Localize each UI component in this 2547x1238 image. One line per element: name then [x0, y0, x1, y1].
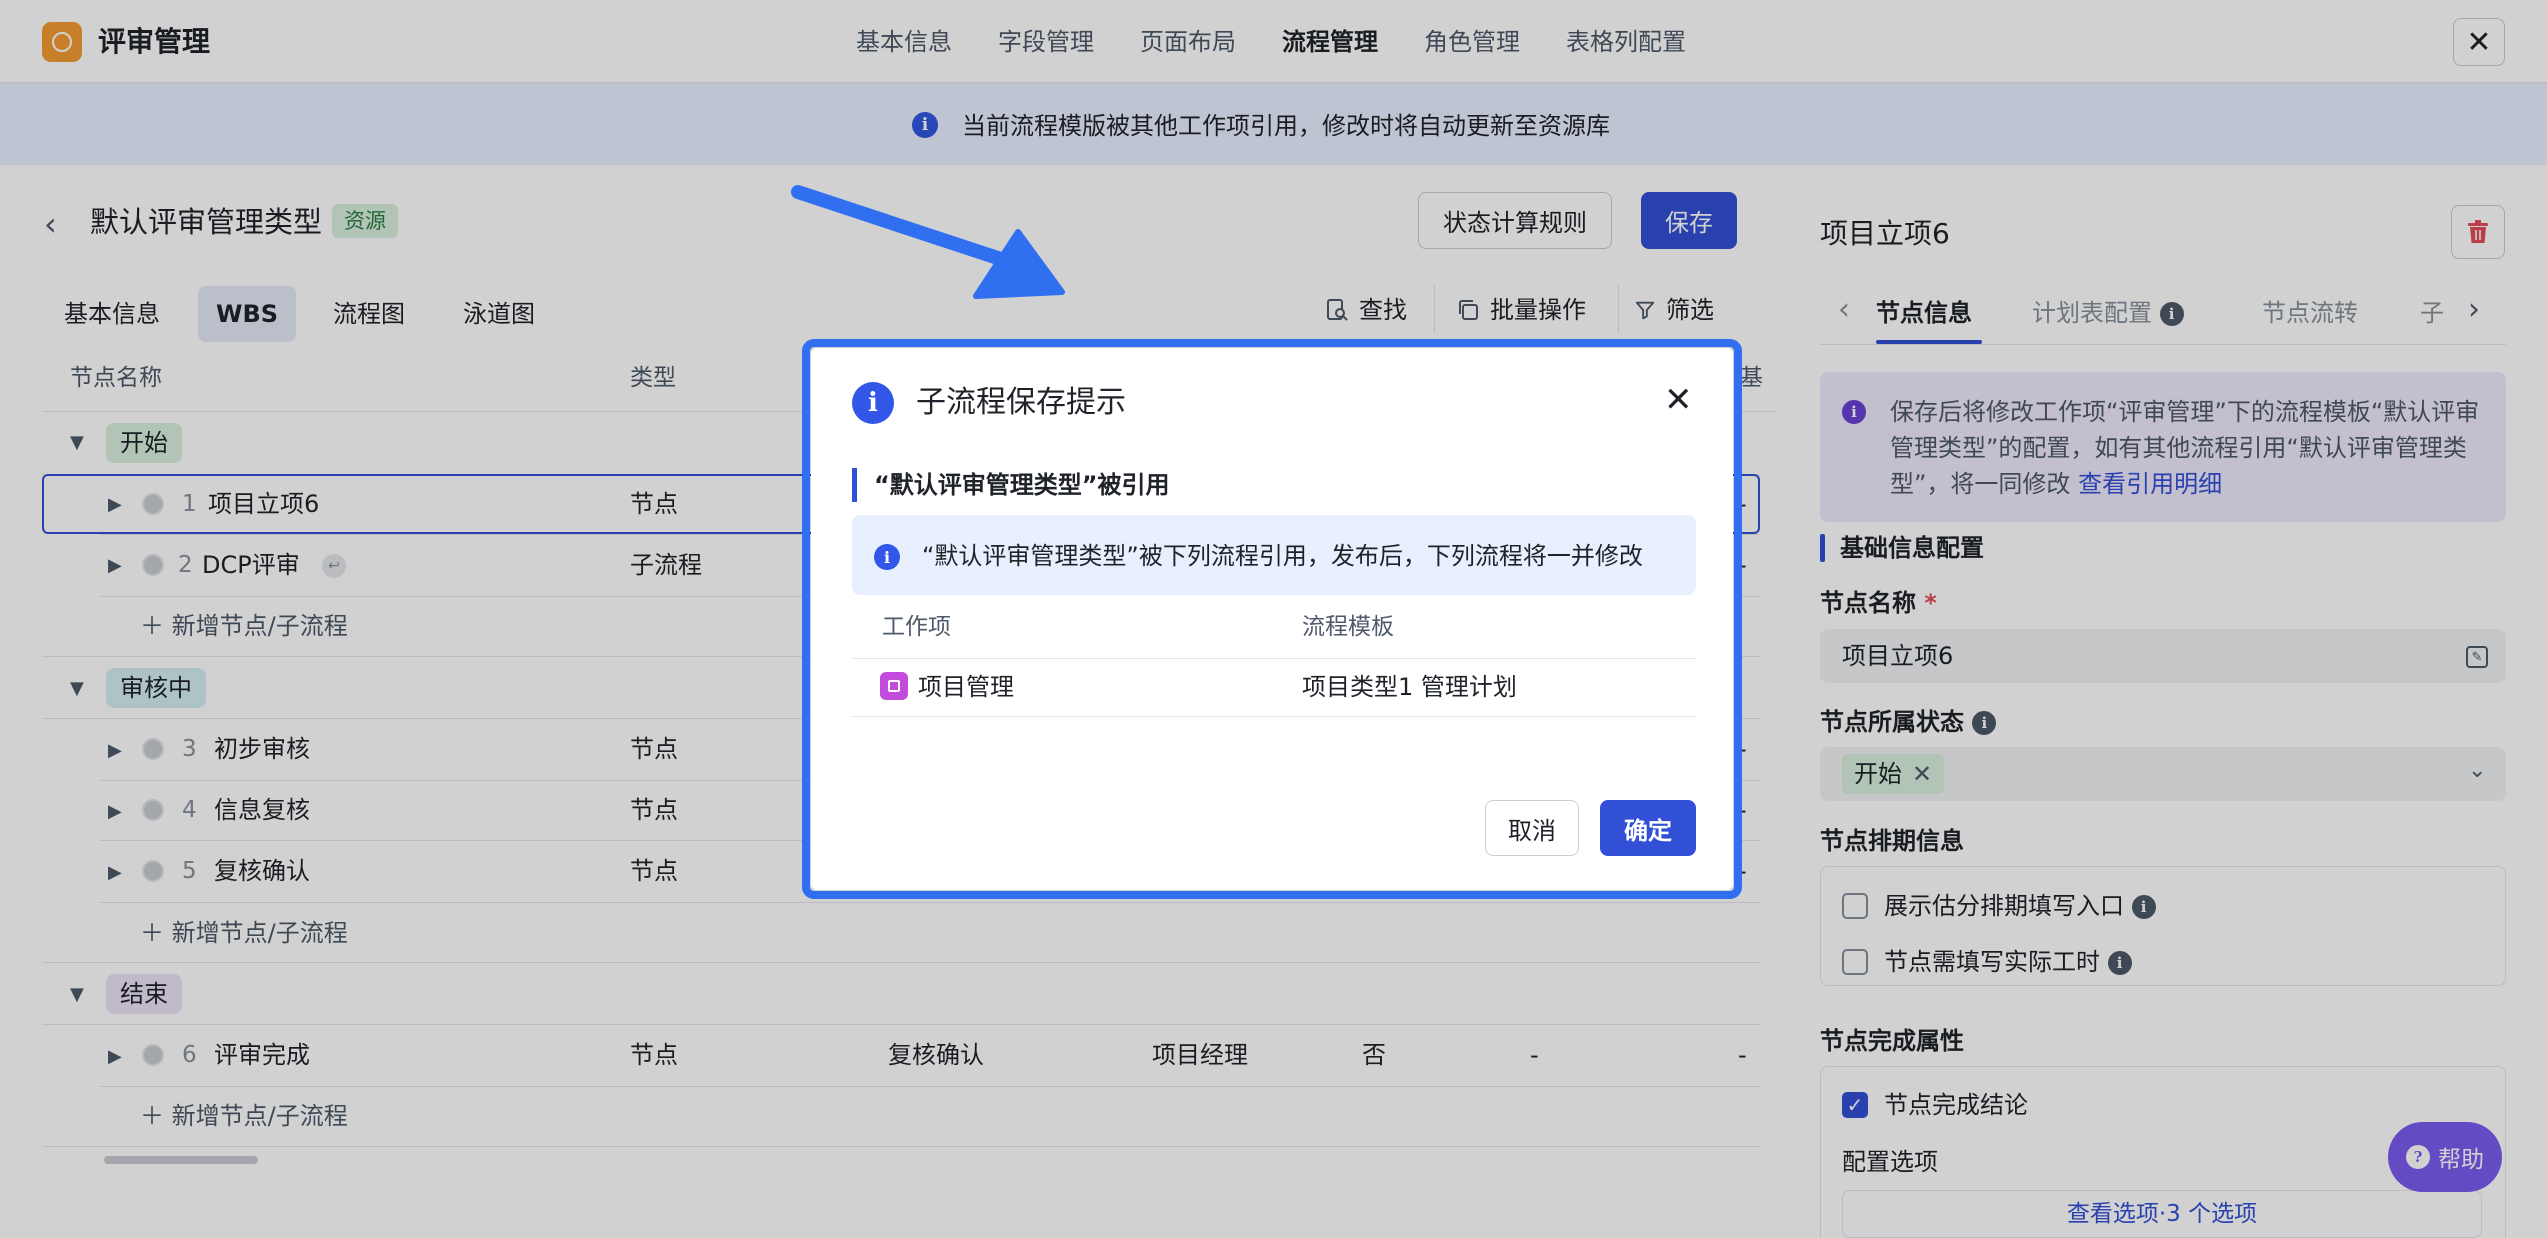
table-row-divider [852, 716, 1696, 717]
annotation-arrow-icon [791, 185, 1065, 299]
confirm-button[interactable]: 确定 [1600, 800, 1696, 856]
work-item-name: 项目管理 [918, 673, 1014, 701]
project-icon [880, 672, 908, 700]
info-icon: i [852, 382, 894, 424]
column-header-process-template: 流程模板 [1302, 614, 1394, 640]
dialog-subtitle: “默认评审管理类型”被引用 [874, 471, 1170, 499]
close-icon[interactable]: ✕ [1664, 378, 1693, 422]
table-header-divider [852, 658, 1696, 659]
dialog-title: 子流程保存提示 [916, 385, 1126, 420]
dialog-info-text: “默认评审管理类型”被下列流程引用，发布后，下列流程将一并修改 [922, 542, 1643, 570]
section-marker [852, 468, 857, 502]
cancel-button[interactable]: 取消 [1485, 800, 1579, 856]
process-template-name: 项目类型1 管理计划 [1302, 673, 1517, 701]
info-icon: i [874, 544, 900, 570]
column-header-work-item: 工作项 [882, 614, 951, 640]
